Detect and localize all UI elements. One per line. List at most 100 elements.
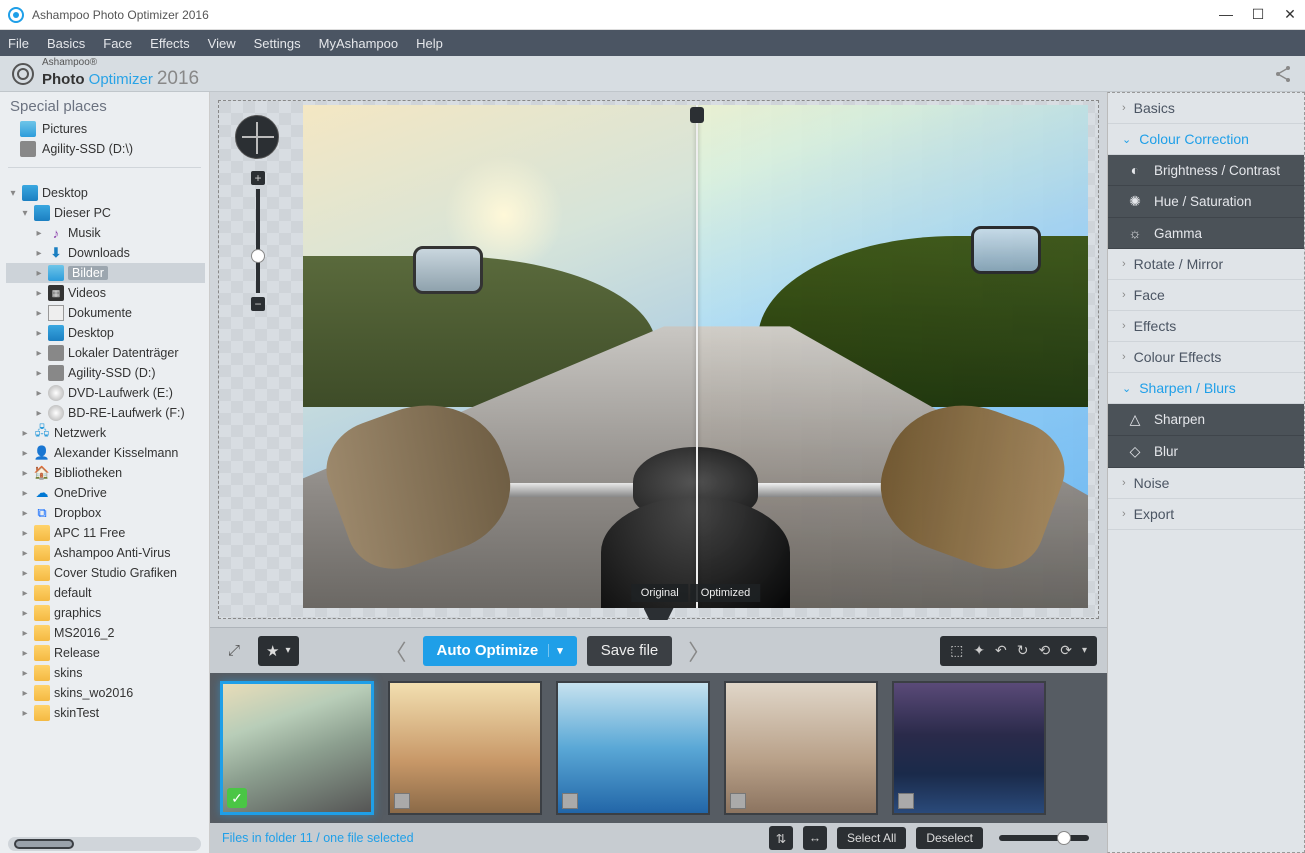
expand-icon[interactable]: ▸ (34, 308, 44, 319)
quick-tools-dropdown[interactable]: ▾ (1082, 645, 1087, 656)
sidebar-scrollbar[interactable] (8, 837, 201, 851)
rotate-right-icon[interactable]: ⟳ (1060, 642, 1072, 659)
tree-item[interactable]: ▸ ☁ OneDrive (6, 483, 205, 503)
panel-item[interactable]: ☼Gamma (1108, 218, 1304, 249)
thumbnail[interactable]: ✓ (220, 681, 374, 815)
expand-icon[interactable]: ▾ (20, 208, 30, 219)
zoom-control[interactable]: + − (251, 171, 265, 311)
tree-item[interactable]: ▸ Release (6, 643, 205, 663)
rotate-left-icon[interactable]: ⟲ (1039, 642, 1051, 659)
menu-myashampoo[interactable]: MyAshampoo (319, 36, 398, 51)
tree-item[interactable]: ▸ Cover Studio Grafiken (6, 563, 205, 583)
checkbox-icon[interactable] (562, 793, 578, 809)
panel-section[interactable]: ›Rotate / Mirror (1108, 249, 1304, 280)
expand-icon[interactable]: ▸ (34, 368, 44, 379)
folder-tree[interactable]: ▾ Desktop▾ Dieser PC▸ ♪ Musik▸ ⬇ Downloa… (0, 179, 209, 835)
panel-section[interactable]: ›Export (1108, 499, 1304, 530)
expand-icon[interactable]: ▸ (34, 268, 44, 279)
expand-icon[interactable]: ▸ (34, 388, 44, 399)
tree-item[interactable]: ▸ ▦ Videos (6, 283, 205, 303)
checkbox-icon[interactable] (394, 793, 410, 809)
compare-collapse-tab[interactable] (644, 608, 674, 620)
zoom-in-button[interactable]: + (251, 171, 265, 185)
filmstrip[interactable]: ✓ (210, 673, 1107, 823)
select-all-button[interactable]: Select All (837, 827, 906, 849)
expand-icon[interactable]: ▸ (20, 468, 30, 479)
tree-item[interactable]: ▾ Dieser PC (6, 203, 205, 223)
expand-icon[interactable]: ▸ (20, 568, 30, 579)
panel-item[interactable]: ◇Blur (1108, 436, 1304, 468)
zoom-out-button[interactable]: − (251, 297, 265, 311)
tree-item[interactable]: ▸ ⬇ Downloads (6, 243, 205, 263)
tree-item[interactable]: ▸ 🖧 Netzwerk (6, 423, 205, 443)
expand-icon[interactable]: ▸ (34, 228, 44, 239)
crop-tool-icon[interactable]: ⬚ (950, 642, 963, 659)
menu-face[interactable]: Face (103, 36, 132, 51)
tree-item[interactable]: ▸ ⧉ Dropbox (6, 503, 205, 523)
menu-settings[interactable]: Settings (254, 36, 301, 51)
tree-item[interactable]: ▸ skins_wo2016 (6, 683, 205, 703)
panel-item[interactable]: △Sharpen (1108, 404, 1304, 436)
tree-item[interactable]: ▸ Agility-SSD (D:) (6, 363, 205, 383)
panel-section[interactable]: ›Effects (1108, 311, 1304, 342)
tree-item[interactable]: ▸ 👤 Alexander Kisselmann (6, 443, 205, 463)
panel-section[interactable]: ›Face (1108, 280, 1304, 311)
checkbox-icon[interactable] (898, 793, 914, 809)
panel-item[interactable]: ✺Hue / Saturation (1108, 186, 1304, 218)
favorite-button[interactable]: ★▾ (258, 636, 298, 666)
expand-icon[interactable]: ▸ (20, 688, 30, 699)
tree-item[interactable]: ▸ graphics (6, 603, 205, 623)
tree-item[interactable]: ▸ Desktop (6, 323, 205, 343)
tree-item[interactable]: ▸ Ashampoo Anti-Virus (6, 543, 205, 563)
panel-section[interactable]: ›Basics (1108, 93, 1304, 124)
expand-icon[interactable]: ▾ (8, 188, 18, 199)
tree-item[interactable]: ▸ ♪ Musik (6, 223, 205, 243)
expand-icon[interactable]: ▸ (20, 708, 30, 719)
special-place-drive[interactable]: Agility-SSD (D:\) (20, 139, 203, 159)
expand-icon[interactable]: ▸ (34, 328, 44, 339)
close-button[interactable]: ✕ (1283, 6, 1297, 23)
tree-item[interactable]: ▸ Lokaler Datenträger (6, 343, 205, 363)
expand-icon[interactable]: ▸ (20, 668, 30, 679)
expand-icon[interactable]: ▸ (20, 548, 30, 559)
panel-section[interactable]: ⌄Colour Correction (1108, 124, 1304, 155)
expand-icon[interactable]: ▸ (20, 528, 30, 539)
expand-icon[interactable]: ▸ (34, 248, 44, 259)
sort-toggle-icon[interactable]: ⇅ (769, 826, 793, 850)
expand-icon[interactable]: ▸ (20, 608, 30, 619)
expand-icon[interactable]: ▸ (20, 588, 30, 599)
fullscreen-button[interactable]: ⤢ (220, 636, 248, 666)
panel-item[interactable]: ◐Brightness / Contrast (1108, 155, 1304, 186)
pan-control[interactable] (235, 115, 279, 159)
deselect-button[interactable]: Deselect (916, 827, 983, 849)
panel-section[interactable]: ›Colour Effects (1108, 342, 1304, 373)
menu-help[interactable]: Help (416, 36, 443, 51)
tree-item[interactable]: ▸ Bilder (6, 263, 205, 283)
panel-section[interactable]: ⌄Sharpen / Blurs (1108, 373, 1304, 404)
next-action-button[interactable]: 〉 (682, 635, 716, 667)
preview-image[interactable]: Original Optimized (303, 105, 1088, 608)
tree-item[interactable]: ▸ 🏠 Bibliotheken (6, 463, 205, 483)
menu-file[interactable]: File (8, 36, 29, 51)
tree-item[interactable]: ▸ Dokumente (6, 303, 205, 323)
undo-icon[interactable]: ↶ (995, 642, 1007, 659)
panel-section[interactable]: ›Noise (1108, 468, 1304, 499)
compare-split-handle[interactable] (696, 105, 698, 608)
thumb-zoom-slider[interactable] (999, 835, 1089, 841)
tree-item[interactable]: ▸ BD-RE-Laufwerk (F:) (6, 403, 205, 423)
checkbox-icon[interactable] (730, 793, 746, 809)
tree-item[interactable]: ▾ Desktop (6, 183, 205, 203)
tree-item[interactable]: ▸ skinTest (6, 703, 205, 723)
auto-optimize-button[interactable]: Auto Optimize ▾ (423, 636, 577, 666)
magic-tool-icon[interactable]: ✦ (973, 642, 985, 659)
thumbnail[interactable] (892, 681, 1046, 815)
tree-item[interactable]: ▸ default (6, 583, 205, 603)
expand-icon[interactable]: ▸ (34, 348, 44, 359)
expand-icon[interactable]: ▸ (20, 648, 30, 659)
menu-view[interactable]: View (208, 36, 236, 51)
special-place-pictures[interactable]: Pictures (20, 119, 203, 139)
save-file-button[interactable]: Save file (587, 636, 673, 666)
auto-optimize-dropdown[interactable]: ▾ (548, 644, 563, 657)
expand-icon[interactable]: ▸ (20, 428, 30, 439)
expand-icon[interactable]: ▸ (34, 408, 44, 419)
